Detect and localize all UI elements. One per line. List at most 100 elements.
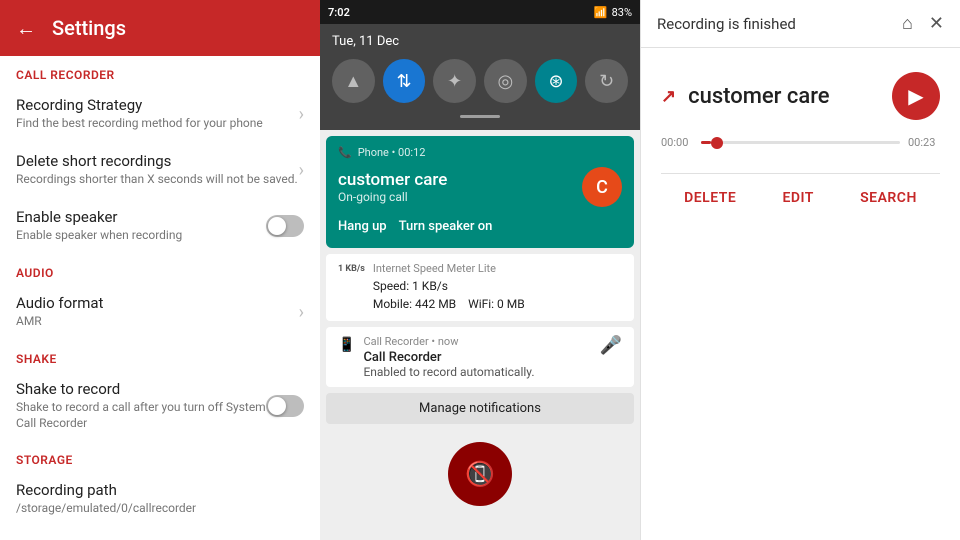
settings-panel: ← Settings Call Recorder Recording Strat… [0,0,320,540]
settings-header: ← Settings [0,0,320,56]
settings-item-recording-strategy[interactable]: Recording Strategy Find the best recordi… [0,86,320,142]
enable-speaker-subtitle: Enable speaker when recording [16,228,266,244]
section-label-call-recorder: Call Recorder [0,56,320,86]
wifi-icon: ▲ [344,71,362,92]
recording-strategy-subtitle: Find the best recording method for your … [16,116,299,132]
battery-text: 83% [612,6,632,19]
speed-mobile-wifi: Mobile: 442 MB WiFi: 0 MB [373,295,525,313]
edit-button[interactable]: EDIT [782,190,813,206]
quick-tile-bluetooth[interactable]: ✦ [433,59,476,103]
call-notif-header: 📞 Phone • 00:12 [338,146,622,159]
play-button[interactable]: ▶ [892,72,940,120]
call-notification: 📞 Phone • 00:12 customer care On-going c… [326,136,634,248]
quick-tile-wifi[interactable]: ▲ [332,59,375,103]
search-button[interactable]: SEARCH [860,190,917,206]
recorder-title: Call Recorder [363,350,534,365]
hang-up-button[interactable]: Hang up [338,215,387,238]
data-icon: ⇅ [396,71,411,92]
signal-icon: 📶 [594,6,608,19]
shake-to-record-subtitle: Shake to record a call after you turn of… [16,400,266,431]
speaker-button[interactable]: Turn speaker on [399,215,493,238]
pull-indicator [460,115,500,118]
delete-button[interactable]: DELETE [684,190,736,206]
phone-status-icons: 📶 83% [594,6,632,19]
settings-item-delete-short[interactable]: Delete short recordings Recordings short… [0,142,320,198]
chevron-icon-3: › [299,302,304,323]
bluetooth-icon: ✦ [447,71,462,92]
home-button[interactable]: ⌂ [902,13,913,34]
recording-header-icons: ⌂ ✕ [902,13,944,34]
quick-tile-data[interactable]: ⇅ [383,59,426,103]
shake-to-record-title: Shake to record [16,380,266,398]
settings-title: Settings [52,16,126,40]
recording-header: Recording is finished ⌂ ✕ [641,0,960,48]
audio-format-title: Audio format [16,294,299,312]
back-button[interactable]: ← [16,16,36,41]
phone-time: 7:02 [328,6,350,19]
progress-dot [711,137,723,149]
settings-item-shake-to-record[interactable]: Shake to record Shake to record a call a… [0,370,320,441]
speed-notification: 1 KB/s Internet Speed Meter Lite Speed: … [326,254,634,321]
chevron-icon: › [299,104,304,125]
enable-speaker-title: Enable speaker [16,208,266,226]
recording-body: ↗ customer care ▶ 00:00 00:23 DELETE EDI… [641,48,960,540]
rotate-icon: ↻ [599,71,614,92]
section-label-storage: STORAGE [0,441,320,471]
incoming-call-icon: ↗ [661,86,676,107]
recording-title-row: ↗ customer care ▶ [661,72,940,120]
section-label-shake: SHAKE [0,340,320,370]
phone-date: Tue, 11 Dec [332,32,628,51]
progress-row: 00:00 00:23 [661,136,940,149]
end-call-button[interactable]: 📵 [448,442,512,506]
end-call-icon: 📵 [465,460,495,488]
speed-icon: 1 KB/s [338,262,365,274]
recording-call-name: customer care [688,84,880,109]
call-actions: Hang up Turn speaker on [338,215,622,238]
speed-app-name: Internet Speed Meter Lite [373,262,525,275]
settings-item-enable-speaker[interactable]: Enable speaker Enable speaker when recor… [0,198,320,254]
recorder-notif-icon: 📱 [338,337,355,353]
call-name: customer care [338,170,447,190]
time-end: 00:23 [908,136,940,149]
recording-header-title: Recording is finished [657,15,796,33]
delete-short-subtitle: Recordings shorter than X seconds will n… [16,172,299,188]
progress-bar[interactable] [701,141,900,144]
quick-tile-location[interactable]: ◎ [484,59,527,103]
shake-to-record-toggle[interactable] [266,395,304,417]
call-notif-header-text: Phone • 00:12 [358,146,426,159]
settings-content: Call Recorder Recording Strategy Find th… [0,56,320,540]
location-icon: ◎ [497,71,513,92]
hotspot-icon: ⊛ [548,71,563,92]
close-button[interactable]: ✕ [929,13,944,34]
audio-format-subtitle: AMR [16,314,299,330]
call-status: On-going call [338,190,447,204]
settings-item-recording-path[interactable]: Recording path /storage/emulated/0/callr… [0,471,320,527]
recorder-app-name: Call Recorder • now [363,335,534,348]
recording-strategy-title: Recording Strategy [16,96,299,114]
enable-speaker-toggle[interactable] [266,215,304,237]
progress-fill [701,141,711,144]
recording-panel: Recording is finished ⌂ ✕ ↗ customer car… [640,0,960,540]
call-notif-body: customer care On-going call C [338,167,622,207]
chevron-icon-2: › [299,160,304,181]
phone-notif-icon: 📞 [338,146,352,159]
settings-item-audio-format[interactable]: Audio format AMR › [0,284,320,340]
end-call-area: 📵 [320,424,640,540]
notification-shade: Tue, 11 Dec ▲ ⇅ ✦ ◎ ⊛ ↻ [320,24,640,540]
settings-item-reset-path[interactable]: Reset recording path Reset recording pat… [0,527,320,540]
recording-path-subtitle: /storage/emulated/0/callrecorder [16,501,304,517]
quick-tile-rotate[interactable]: ↻ [585,59,628,103]
quick-tiles: ▲ ⇅ ✦ ◎ ⊛ ↻ [332,59,628,103]
quick-tile-hotspot[interactable]: ⊛ [535,59,578,103]
manage-notifications-button[interactable]: Manage notifications [326,393,634,424]
mic-icon[interactable]: 🎤 [600,335,622,356]
section-label-audio: AUDIO [0,254,320,284]
call-avatar: C [582,167,622,207]
time-start: 00:00 [661,136,693,149]
quick-settings-bar: Tue, 11 Dec ▲ ⇅ ✦ ◎ ⊛ ↻ [320,24,640,130]
phone-panel: 7:02 📶 83% Tue, 11 Dec ▲ ⇅ ✦ ◎ [320,0,640,540]
speed-text: Speed: 1 KB/s [373,277,525,295]
phone-status-bar: 7:02 📶 83% [320,0,640,24]
recorder-notification: 📱 Call Recorder • now Call Recorder Enab… [326,327,634,387]
recording-path-title: Recording path [16,481,304,499]
